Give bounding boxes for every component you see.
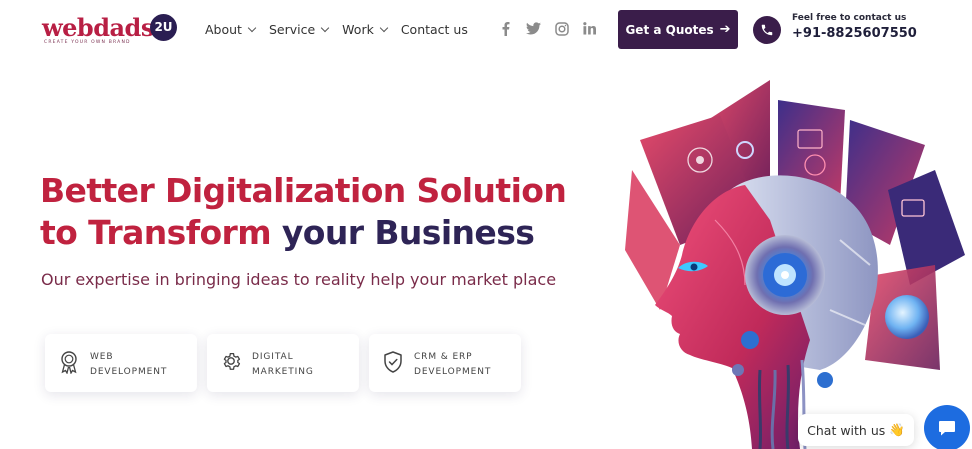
nav-item-work[interactable]: Work xyxy=(342,22,389,37)
service-card-label: CRM & ERP DEVELOPMENT xyxy=(414,350,514,380)
get-quote-button[interactable]: Get a Quotes ➔ xyxy=(618,10,738,49)
hero-subtitle: Our expertise in bringing ideas to reali… xyxy=(41,270,557,289)
site-logo[interactable]: webdads 2U CREATE YOUR OWN BRAND xyxy=(42,13,182,47)
ai-head-illustration xyxy=(620,70,972,449)
main-nav: About Service Work Contact us xyxy=(205,22,468,37)
facebook-icon[interactable] xyxy=(498,21,513,36)
chat-launcher-button[interactable] xyxy=(924,405,970,449)
social-links xyxy=(498,21,597,36)
chevron-down-icon xyxy=(320,23,330,32)
linkedin-icon[interactable] xyxy=(582,21,597,36)
contact-phone-number[interactable]: +91-8825607550 xyxy=(792,26,917,41)
chat-with-us-bubble[interactable]: Chat with us 👋 xyxy=(798,414,914,446)
service-line1: CRM & ERP xyxy=(414,352,473,362)
service-card-digital-marketing[interactable]: DIGITAL MARKETING xyxy=(207,334,359,392)
hero-title-rest: your Business xyxy=(281,213,535,252)
service-card-label: WEB DEVELOPMENT xyxy=(90,350,190,380)
service-line1: DIGITAL xyxy=(252,352,294,362)
contact-label: Feel free to contact us xyxy=(792,13,907,23)
service-card-web-development[interactable]: WEB DEVELOPMENT xyxy=(45,334,197,392)
nav-label: Contact us xyxy=(400,22,468,37)
service-line2: MARKETING xyxy=(252,367,314,377)
nav-label: About xyxy=(205,22,242,37)
service-line2: DEVELOPMENT xyxy=(90,367,168,377)
logo-wordmark: webdads xyxy=(42,13,154,42)
nav-item-about[interactable]: About xyxy=(205,22,257,37)
hero-title: Better Digitalization Solution to Transf… xyxy=(40,170,567,254)
chat-label: Chat with us xyxy=(807,422,886,438)
nav-item-contact[interactable]: Contact us xyxy=(401,22,468,37)
nav-item-service[interactable]: Service xyxy=(268,22,330,37)
phone-icon[interactable] xyxy=(753,16,781,44)
chevron-down-icon xyxy=(247,23,257,32)
hero-title-line1: Better Digitalization Solution xyxy=(40,171,567,210)
nav-label: Service xyxy=(268,22,316,37)
award-ribbon-icon xyxy=(58,350,80,375)
logo-tagline: CREATE YOUR OWN BRAND xyxy=(44,40,131,45)
get-quote-label: Get a Quotes xyxy=(625,22,714,37)
nav-label: Work xyxy=(342,22,374,37)
site-header: webdads 2U CREATE YOUR OWN BRAND About S… xyxy=(0,0,972,62)
twitter-icon[interactable] xyxy=(526,21,541,36)
service-card-crm-erp[interactable]: CRM & ERP DEVELOPMENT xyxy=(369,334,521,392)
arrow-right-icon: ➔ xyxy=(719,22,731,37)
shield-check-icon xyxy=(382,350,404,374)
gear-icon xyxy=(220,350,242,374)
chat-icon xyxy=(939,421,955,436)
logo-badge: 2U xyxy=(150,14,177,41)
service-line1: WEB xyxy=(90,352,114,362)
chevron-down-icon xyxy=(379,23,389,32)
instagram-icon[interactable] xyxy=(554,21,569,36)
wave-icon: 👋 xyxy=(889,422,905,437)
hero-title-accent: to Transform xyxy=(40,213,272,252)
service-card-label: DIGITAL MARKETING xyxy=(252,350,352,380)
service-line2: DEVELOPMENT xyxy=(414,367,492,377)
